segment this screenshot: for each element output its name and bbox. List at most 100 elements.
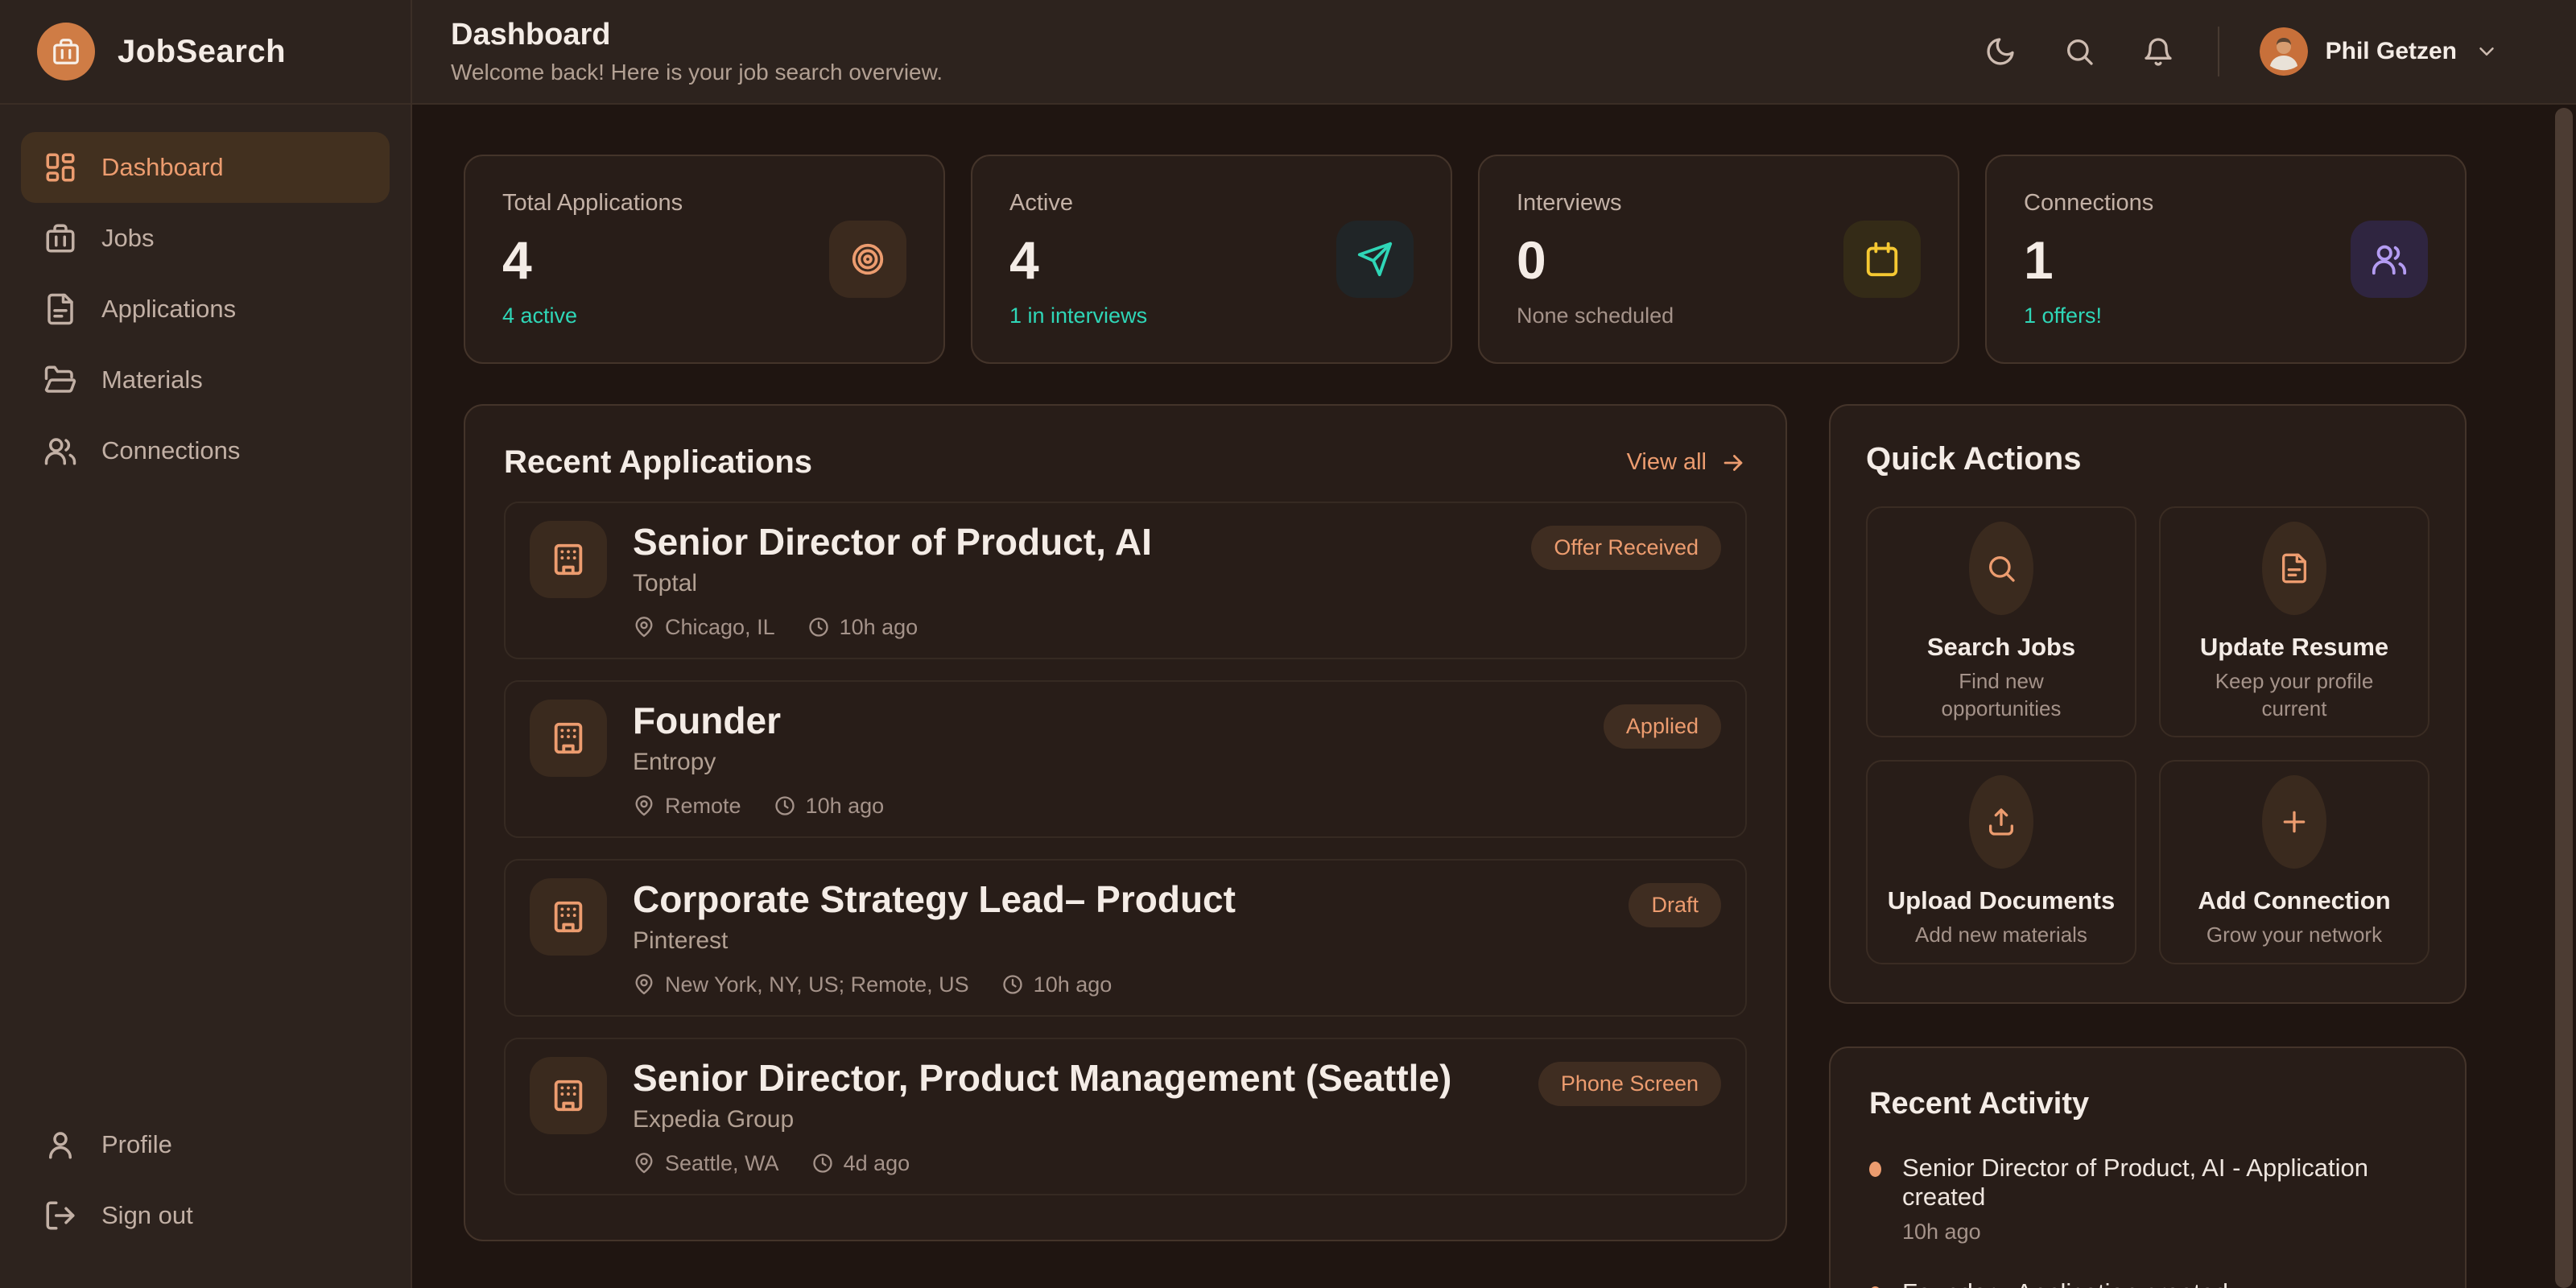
quick-action-subtitle: Add new materials	[1915, 922, 2087, 949]
bell-icon	[2142, 35, 2174, 68]
sidebar-item-label: Sign out	[101, 1201, 193, 1230]
application-row[interactable]: Corporate Strategy Lead– Product Pintere…	[504, 859, 1747, 1017]
company-name: Toptal	[633, 570, 1505, 597]
notifications-button[interactable]	[2139, 32, 2178, 71]
status-badge: Draft	[1629, 883, 1721, 927]
arrow-right-icon	[1719, 449, 1747, 477]
stat-label: Interviews	[1517, 190, 1674, 217]
content: Total Applications 4 4 active Active 4 1…	[412, 105, 2576, 1288]
stat-subtext: None scheduled	[1517, 303, 1674, 328]
job-location: Remote	[665, 794, 741, 819]
quick-action-upload-documents[interactable]: Upload Documents Add new materials	[1866, 760, 2136, 964]
sidebar-item-label: Profile	[101, 1130, 172, 1159]
file-text-icon	[2262, 522, 2326, 615]
status-badge: Phone Screen	[1538, 1062, 1721, 1106]
sidebar-item-jobs[interactable]: Jobs	[21, 203, 390, 274]
stat-label: Active	[1009, 190, 1147, 217]
quick-action-subtitle: Keep your profile current	[2194, 668, 2395, 723]
topbar-actions: Phil Getzen	[1981, 27, 2499, 76]
sidebar-item-dashboard[interactable]: Dashboard	[21, 132, 390, 203]
dark-mode-toggle[interactable]	[1981, 32, 2020, 71]
map-pin-icon	[633, 795, 655, 817]
topbar-left: Dashboard Welcome back! Here is your job…	[451, 18, 943, 85]
activity-item: Founder - Application created 10h ago	[1869, 1278, 2426, 1288]
page-title: Dashboard	[451, 18, 943, 52]
job-location: Chicago, IL	[665, 615, 775, 640]
sidebar-item-materials[interactable]: Materials	[21, 345, 390, 415]
upload-icon	[1969, 775, 2033, 869]
sidebar-item-connections[interactable]: Connections	[21, 415, 390, 486]
activity-item: Senior Director of Product, AI - Applica…	[1869, 1154, 2426, 1245]
search-icon	[2063, 35, 2095, 68]
quick-action-search-jobs[interactable]: Search Jobs Find new opportunities	[1866, 506, 2136, 737]
job-location: Seattle, WA	[665, 1151, 779, 1176]
page-subtitle: Welcome back! Here is your job search ov…	[451, 60, 943, 85]
quick-action-title: Update Resume	[2200, 633, 2388, 662]
stat-card-total-applications: Total Applications 4 4 active	[464, 155, 945, 364]
activity-title: Senior Director of Product, AI - Applica…	[1902, 1154, 2426, 1212]
scrollbar-thumb[interactable]	[2555, 108, 2573, 1288]
plus-icon	[2262, 775, 2326, 869]
panel-title: Recent Applications	[504, 444, 812, 481]
job-location: New York, NY, US; Remote, US	[665, 972, 969, 997]
search-icon	[1969, 522, 2033, 615]
sidebar-item-profile[interactable]: Profile	[21, 1109, 390, 1180]
building-icon	[530, 878, 607, 956]
sidebar-item-label: Jobs	[101, 224, 154, 253]
application-row[interactable]: Founder Entropy Remote 10h ago Applied	[504, 680, 1747, 838]
folder-open-icon	[43, 363, 77, 397]
quick-action-title: Search Jobs	[1927, 633, 2075, 662]
sidebar-spacer	[0, 486, 411, 1093]
sidebar-item-label: Applications	[101, 295, 236, 324]
job-time: 10h ago	[806, 794, 885, 819]
stat-value: 1	[2024, 233, 2153, 287]
company-name: Expedia Group	[633, 1106, 1513, 1133]
recent-applications-panel: Recent Applications View all Senior Dire…	[464, 404, 1787, 1241]
stat-subtext: 4 active	[502, 303, 683, 328]
job-title: Senior Director, Product Management (Sea…	[633, 1057, 1513, 1100]
view-all-link[interactable]: View all	[1627, 449, 1747, 477]
quick-action-add-connection[interactable]: Add Connection Grow your network	[2159, 760, 2429, 964]
job-time: 10h ago	[1034, 972, 1113, 997]
stat-label: Total Applications	[502, 190, 683, 217]
stat-card-connections: Connections 1 1 offers!	[1985, 155, 2467, 364]
map-pin-icon	[633, 973, 655, 996]
app-name: JobSearch	[118, 34, 286, 70]
user-menu[interactable]: Phil Getzen	[2260, 27, 2499, 76]
application-row[interactable]: Senior Director, Product Management (Sea…	[504, 1038, 1747, 1195]
briefcase-logo-icon	[37, 23, 95, 80]
view-all-label: View all	[1627, 449, 1707, 476]
chevron-down-icon	[2475, 39, 2499, 64]
users-icon	[2351, 221, 2428, 298]
sidebar-item-label: Dashboard	[101, 153, 224, 182]
sidebar-item-applications[interactable]: Applications	[21, 274, 390, 345]
search-button[interactable]	[2060, 32, 2099, 71]
sidebar-item-signout[interactable]: Sign out	[21, 1180, 390, 1251]
recent-activity-panel: Recent Activity Senior Director of Produ…	[1829, 1046, 2467, 1288]
status-badge: Applied	[1604, 704, 1721, 749]
job-title: Founder	[633, 700, 1578, 742]
stat-value: 0	[1517, 233, 1674, 287]
job-time: 10h ago	[840, 615, 919, 640]
send-icon	[1336, 221, 1414, 298]
activity-title: Founder - Application created	[1902, 1278, 2228, 1288]
clock-icon	[811, 1152, 834, 1174]
user-name: Phil Getzen	[2326, 38, 2457, 65]
right-column: Quick Actions Search Jobs Find new oppor…	[1829, 404, 2467, 1288]
job-title: Senior Director of Product, AI	[633, 521, 1505, 564]
quick-action-update-resume[interactable]: Update Resume Keep your profile current	[2159, 506, 2429, 737]
clock-icon	[807, 616, 830, 638]
activity-time: 10h ago	[1902, 1220, 2426, 1245]
stat-label: Connections	[2024, 190, 2153, 217]
job-time: 4d ago	[844, 1151, 910, 1176]
map-pin-icon	[633, 616, 655, 638]
application-row[interactable]: Senior Director of Product, AI Toptal Ch…	[504, 502, 1747, 659]
sidebar: JobSearch Dashboard Jobs Applications Ma…	[0, 0, 412, 1288]
stat-card-active: Active 4 1 in interviews	[971, 155, 1452, 364]
sidebar-item-label: Materials	[101, 365, 203, 394]
building-icon	[530, 1057, 607, 1134]
file-text-icon	[43, 292, 77, 326]
stat-subtext: 1 offers!	[2024, 303, 2153, 328]
stat-subtext: 1 in interviews	[1009, 303, 1147, 328]
stat-value: 4	[1009, 233, 1147, 287]
